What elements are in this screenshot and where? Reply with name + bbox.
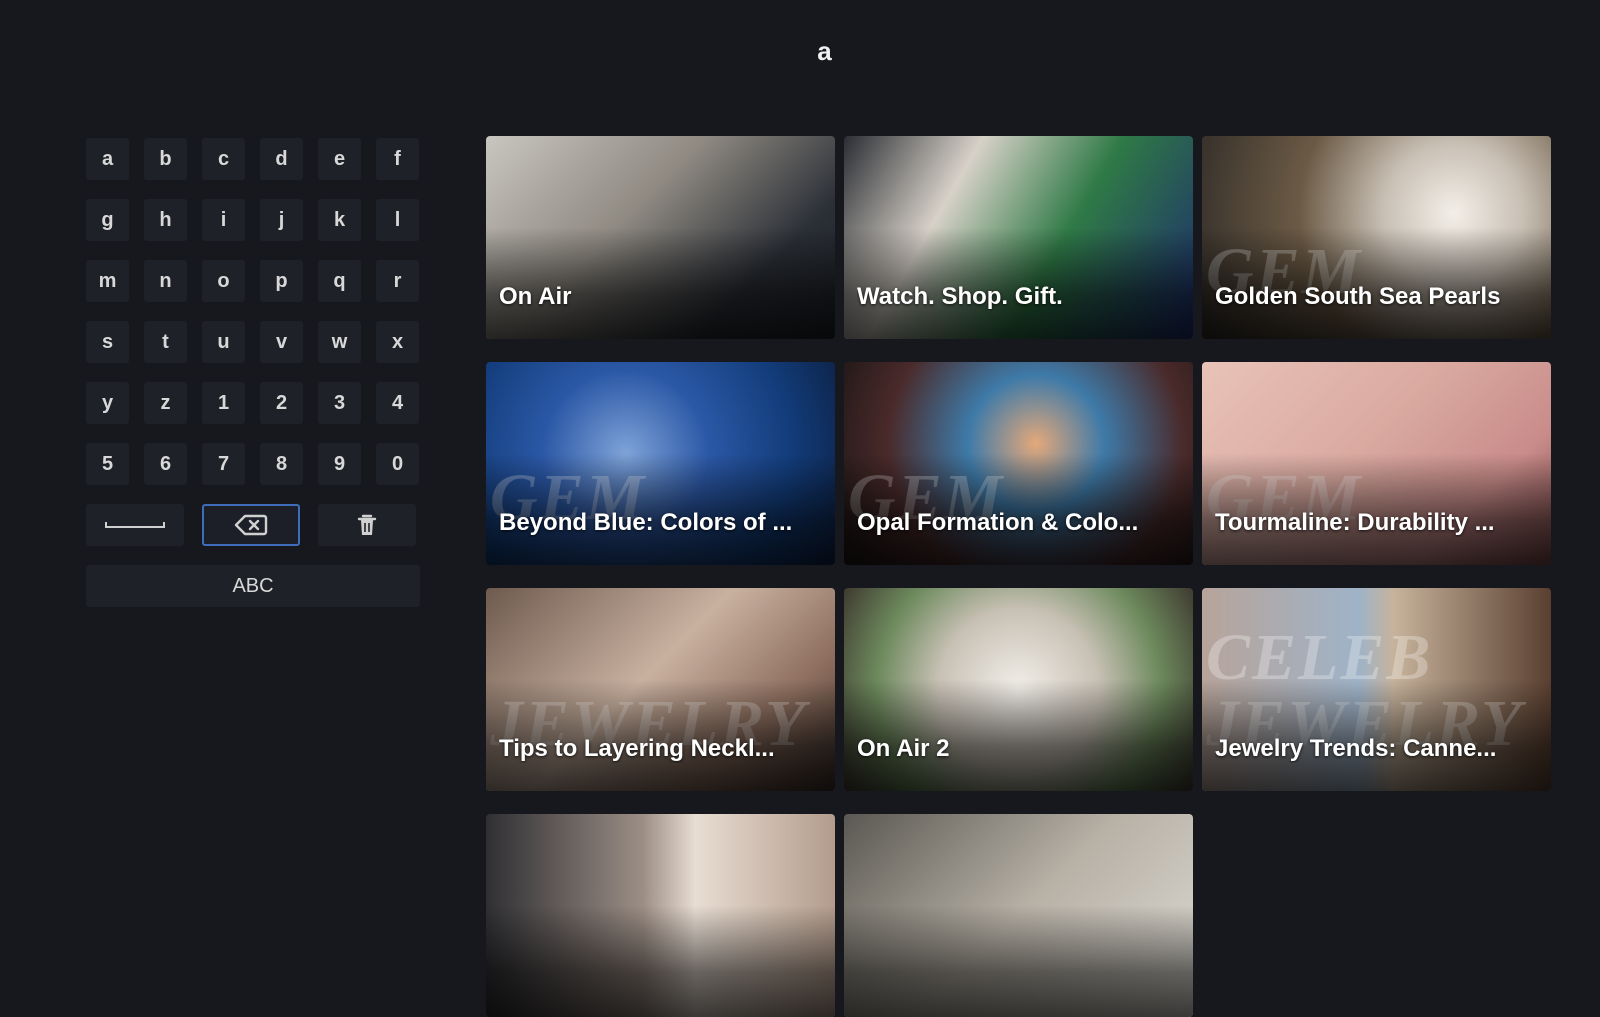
- keyboard-keys: abcdef ghijkl mnopqr stuvwx yz1234 567890: [86, 138, 420, 485]
- key-t[interactable]: t: [144, 321, 187, 363]
- key-z[interactable]: z: [144, 382, 187, 424]
- key-j[interactable]: j: [260, 199, 303, 241]
- card-title: On Air: [499, 283, 572, 310]
- key-d[interactable]: d: [260, 138, 303, 180]
- key-7[interactable]: 7: [202, 443, 245, 485]
- key-4[interactable]: 4: [376, 382, 419, 424]
- card-thumbnail-shade: [486, 814, 835, 1017]
- search-results-grid: On Air Watch. Shop. Gift. GEMGolden South …: [486, 136, 1551, 1017]
- key-0[interactable]: 0: [376, 443, 419, 485]
- key-9[interactable]: 9: [318, 443, 361, 485]
- key-q[interactable]: q: [318, 260, 361, 302]
- key-h[interactable]: h: [144, 199, 187, 241]
- key-g[interactable]: g: [86, 199, 129, 241]
- keyboard-actions: [86, 504, 420, 546]
- key-u[interactable]: u: [202, 321, 245, 363]
- key-p[interactable]: p: [260, 260, 303, 302]
- key-8[interactable]: 8: [260, 443, 303, 485]
- key-k[interactable]: k: [318, 199, 361, 241]
- search-query-text: a: [817, 36, 833, 66]
- key-f[interactable]: f: [376, 138, 419, 180]
- key-b[interactable]: b: [144, 138, 187, 180]
- result-card[interactable]: GEMOpal Formation & Colo...: [844, 362, 1193, 565]
- key-a[interactable]: a: [86, 138, 129, 180]
- clear-key[interactable]: [318, 504, 416, 546]
- space-bar-icon: [105, 522, 165, 528]
- key-y[interactable]: y: [86, 382, 129, 424]
- key-w[interactable]: w: [318, 321, 361, 363]
- key-5[interactable]: 5: [86, 443, 129, 485]
- card-title: Jewelry Trends: Canne...: [1215, 735, 1497, 762]
- key-3[interactable]: 3: [318, 382, 361, 424]
- result-card[interactable]: CELEB JEWELRYJewelry Trends: Canne...: [1202, 588, 1551, 791]
- key-e[interactable]: e: [318, 138, 361, 180]
- result-card[interactable]: [844, 814, 1193, 1017]
- card-title: Tips to Layering Neckl...: [499, 735, 775, 762]
- card-title: Golden South Sea Pearls: [1215, 283, 1501, 310]
- result-card[interactable]: JEWELRYTips to Layering Neckl...: [486, 588, 835, 791]
- key-l[interactable]: l: [376, 199, 419, 241]
- key-o[interactable]: o: [202, 260, 245, 302]
- on-screen-keyboard: abcdef ghijkl mnopqr stuvwx yz1234 567890 ABC: [86, 138, 420, 607]
- card-thumbnail-shade: [844, 814, 1193, 1017]
- result-card[interactable]: On Air 2: [844, 588, 1193, 791]
- result-card[interactable]: On Air: [486, 136, 835, 339]
- card-title: Opal Formation & Colo...: [857, 509, 1139, 536]
- backspace-key[interactable]: [202, 504, 300, 546]
- trash-icon: [357, 514, 377, 535]
- key-s[interactable]: s: [86, 321, 129, 363]
- card-title: Tourmaline: Durability ...: [1215, 509, 1495, 536]
- result-card[interactable]: GEMGolden South Sea Pearls: [1202, 136, 1551, 339]
- result-card[interactable]: GEMBeyond Blue: Colors of ...: [486, 362, 835, 565]
- key-c[interactable]: c: [202, 138, 245, 180]
- key-v[interactable]: v: [260, 321, 303, 363]
- key-6[interactable]: 6: [144, 443, 187, 485]
- key-1[interactable]: 1: [202, 382, 245, 424]
- card-title: Watch. Shop. Gift.: [857, 283, 1063, 310]
- space-key[interactable]: [86, 504, 184, 546]
- result-card[interactable]: GEMTourmaline: Durability ...: [1202, 362, 1551, 565]
- key-n[interactable]: n: [144, 260, 187, 302]
- backspace-icon: [234, 514, 268, 536]
- key-m[interactable]: m: [86, 260, 129, 302]
- key-2[interactable]: 2: [260, 382, 303, 424]
- keyboard-mode-toggle[interactable]: ABC: [86, 565, 420, 607]
- key-i[interactable]: i: [202, 199, 245, 241]
- key-r[interactable]: r: [376, 260, 419, 302]
- card-title: On Air 2: [857, 735, 950, 762]
- result-card[interactable]: [486, 814, 835, 1017]
- result-card[interactable]: Watch. Shop. Gift.: [844, 136, 1193, 339]
- card-title: Beyond Blue: Colors of ...: [499, 509, 793, 536]
- key-x[interactable]: x: [376, 321, 419, 363]
